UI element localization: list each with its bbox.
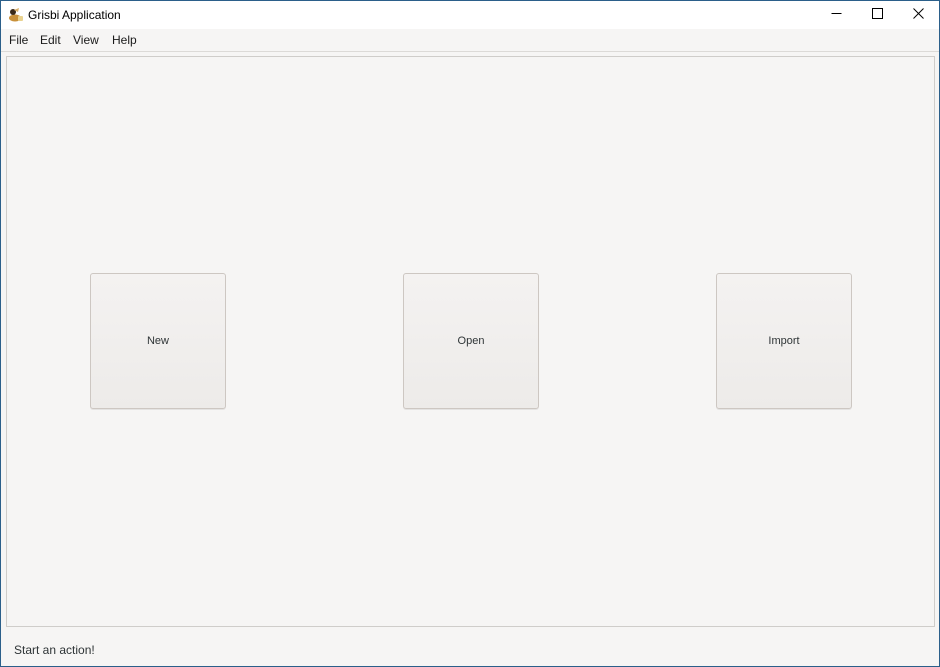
maximize-icon: [872, 6, 883, 24]
minimize-button[interactable]: [816, 1, 857, 29]
maximize-button[interactable]: [857, 1, 898, 29]
new-button[interactable]: New: [90, 273, 226, 409]
status-bar: Start an action!: [1, 633, 939, 666]
window-title: Grisbi Application: [28, 8, 121, 22]
menu-bar: File Edit View Help: [1, 29, 939, 52]
menu-file[interactable]: File: [9, 33, 28, 47]
menu-view[interactable]: View: [73, 33, 99, 47]
minimize-icon: [831, 6, 842, 24]
status-message: Start an action!: [14, 643, 95, 657]
close-button[interactable]: [898, 1, 939, 29]
welcome-panel: New Open Import: [6, 56, 935, 627]
menu-edit[interactable]: Edit: [40, 33, 61, 47]
close-icon: [913, 6, 924, 24]
open-button[interactable]: Open: [403, 273, 539, 409]
import-button[interactable]: Import: [716, 273, 852, 409]
grisbi-app-icon: [8, 7, 24, 23]
app-window: Grisbi Application File Edit View Help N…: [0, 0, 940, 667]
menu-help[interactable]: Help: [112, 33, 137, 47]
title-bar[interactable]: Grisbi Application: [1, 1, 939, 29]
